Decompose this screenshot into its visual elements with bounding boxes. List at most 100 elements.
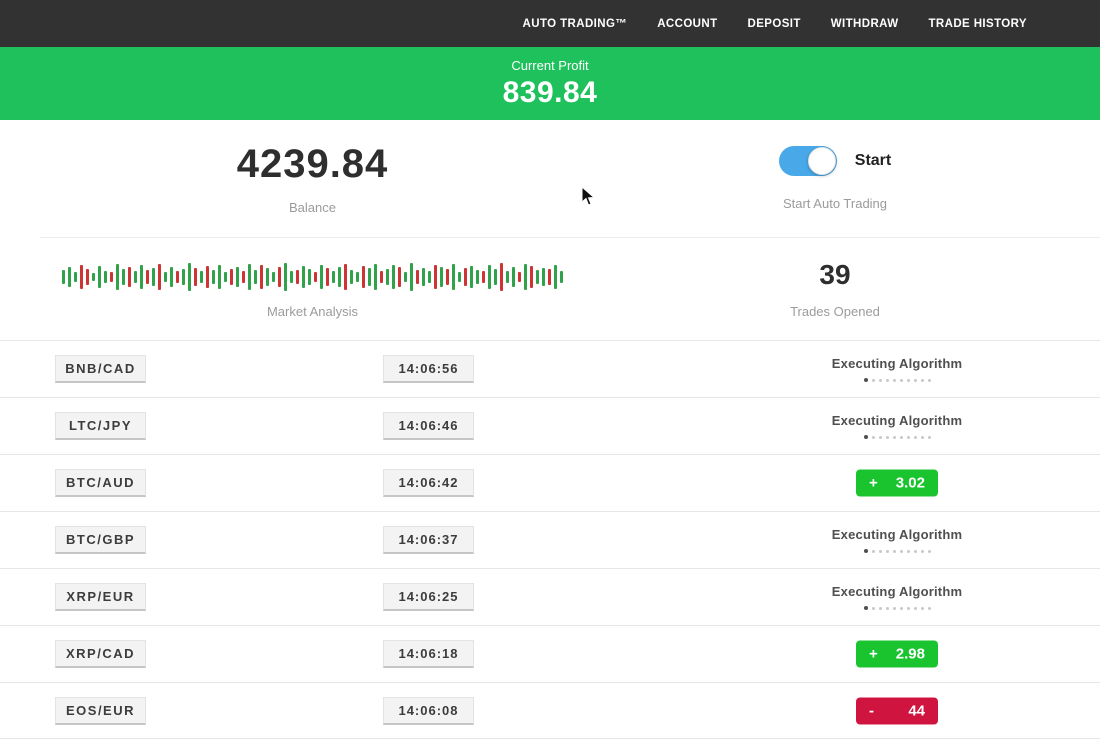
market-bar bbox=[494, 269, 497, 285]
progress-dot bbox=[864, 549, 868, 553]
progress-dot bbox=[907, 379, 910, 382]
progress-dot bbox=[914, 607, 917, 610]
trade-row-btc-gbp: BTC/GBP 14:06:37 Executing Algorithm bbox=[0, 511, 1100, 568]
progress-dots bbox=[782, 378, 1012, 382]
market-bar bbox=[332, 271, 335, 283]
market-bar bbox=[314, 272, 317, 282]
auto-trading-toggle[interactable] bbox=[779, 146, 837, 176]
market-bar bbox=[416, 270, 419, 284]
market-bar bbox=[164, 272, 167, 282]
badge-value: 44 bbox=[908, 702, 925, 719]
progress-dot bbox=[900, 607, 903, 610]
market-bar bbox=[218, 265, 221, 289]
nav-menu: AUTO TRADING™ ACCOUNT DEPOSIT WITHDRAW TRADE… bbox=[523, 18, 1027, 30]
market-bar bbox=[524, 264, 527, 290]
trade-status: - 44 bbox=[782, 697, 1012, 724]
progress-dot bbox=[921, 379, 924, 382]
progress-dots bbox=[782, 435, 1012, 439]
market-bar bbox=[170, 267, 173, 287]
market-bar bbox=[464, 268, 467, 286]
market-bar bbox=[278, 267, 281, 287]
market-bar bbox=[140, 265, 143, 289]
trades-opened-label: Trades Opened bbox=[790, 304, 880, 319]
progress-dot bbox=[921, 607, 924, 610]
trade-row-xrp-eur: XRP/EUR14:06:25Executing Algorithm bbox=[0, 568, 1100, 625]
progress-dot bbox=[921, 550, 924, 553]
progress-dot bbox=[914, 379, 917, 382]
time-chip: 14:06:42 bbox=[383, 469, 474, 497]
market-bar bbox=[146, 270, 149, 284]
market-bar bbox=[80, 265, 83, 289]
balance-cell: 4239.84 Balance bbox=[0, 120, 625, 237]
market-bar bbox=[134, 271, 137, 283]
progress-dot bbox=[921, 436, 924, 439]
badge-sign: - bbox=[869, 702, 874, 719]
market-bar bbox=[182, 269, 185, 285]
market-bar bbox=[284, 263, 287, 291]
progress-dot bbox=[928, 607, 931, 610]
market-bar bbox=[122, 269, 125, 285]
balance-label: Balance bbox=[289, 200, 336, 215]
progress-dot bbox=[900, 436, 903, 439]
nav-item-auto-trading[interactable]: AUTO TRADING™ bbox=[523, 18, 628, 30]
executing-label: Executing Algorithm bbox=[782, 413, 1012, 428]
market-bar bbox=[98, 266, 101, 288]
progress-dot bbox=[900, 379, 903, 382]
progress-dot bbox=[886, 607, 889, 610]
market-bar bbox=[200, 271, 203, 283]
market-bar bbox=[212, 270, 215, 284]
top-navbar: AUTO TRADING™ ACCOUNT DEPOSIT WITHDRAW TRADE… bbox=[0, 0, 1100, 47]
trade-status: Executing Algorithm bbox=[782, 527, 1012, 553]
badge-sign: + bbox=[869, 475, 878, 492]
balance-section: 4239.84 Balance Start Start Auto Trading bbox=[0, 120, 1100, 237]
auto-trading-cell: Start Start Auto Trading bbox=[625, 120, 1045, 237]
nav-item-trade-history[interactable]: TRADE HISTORY bbox=[929, 18, 1028, 30]
time-chip: 14:06:25 bbox=[383, 583, 474, 611]
market-bar bbox=[104, 271, 107, 283]
market-bar bbox=[512, 267, 515, 287]
market-bar bbox=[356, 272, 359, 282]
market-analysis-chart bbox=[62, 260, 563, 294]
market-bar bbox=[338, 267, 341, 287]
market-bar bbox=[236, 267, 239, 287]
progress-dot bbox=[893, 379, 896, 382]
market-bar bbox=[266, 268, 269, 286]
pair-chip: EOS/EUR bbox=[55, 697, 146, 725]
market-bar bbox=[452, 264, 455, 290]
progress-dot bbox=[928, 436, 931, 439]
progress-dot bbox=[914, 550, 917, 553]
market-bar bbox=[548, 269, 551, 285]
market-bar bbox=[542, 268, 545, 286]
market-bar bbox=[482, 271, 485, 283]
nav-item-deposit[interactable]: DEPOSIT bbox=[748, 18, 801, 30]
pair-chip: BTC/AUD bbox=[55, 469, 146, 497]
balance-value: 4239.84 bbox=[237, 142, 389, 187]
progress-dots bbox=[782, 549, 1012, 553]
loss-badge: - 44 bbox=[856, 697, 938, 724]
pair-chip: BTC/GBP bbox=[55, 526, 146, 554]
nav-item-withdraw[interactable]: WITHDRAW bbox=[831, 18, 899, 30]
nav-item-account[interactable]: ACCOUNT bbox=[657, 18, 717, 30]
market-bar bbox=[194, 268, 197, 286]
progress-dot bbox=[907, 550, 910, 553]
market-bar bbox=[62, 270, 65, 284]
progress-dot bbox=[864, 378, 868, 382]
pair-chip: XRP/CAD bbox=[55, 640, 146, 668]
market-section: Market Analysis 39 Trades Opened bbox=[0, 238, 1100, 340]
market-bar bbox=[254, 270, 257, 284]
mouse-cursor-icon bbox=[581, 186, 596, 207]
executing-label: Executing Algorithm bbox=[782, 584, 1012, 599]
market-bar bbox=[368, 268, 371, 286]
progress-dot bbox=[879, 607, 882, 610]
market-bar bbox=[518, 272, 521, 282]
executing-label: Executing Algorithm bbox=[782, 356, 1012, 371]
trades-list: BNB/CAD14:06:56Executing AlgorithmLTC/JP… bbox=[0, 340, 1100, 739]
market-bar bbox=[116, 264, 119, 290]
time-chip: 14:06:37 bbox=[383, 526, 474, 554]
market-bar bbox=[230, 269, 233, 285]
market-bar bbox=[362, 266, 365, 288]
market-bar bbox=[536, 270, 539, 284]
time-chip: 14:06:56 bbox=[383, 355, 474, 383]
market-bar bbox=[422, 268, 425, 286]
market-bar bbox=[500, 263, 503, 291]
